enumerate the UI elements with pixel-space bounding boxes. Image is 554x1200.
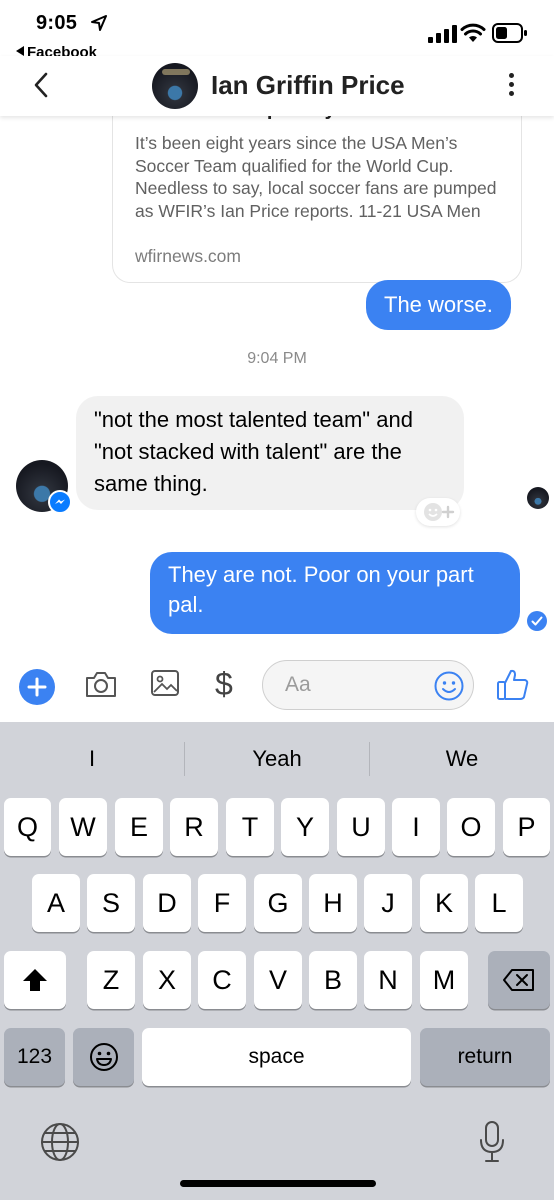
key-i[interactable]: I — [392, 798, 440, 856]
thumbs-up-like-icon[interactable] — [496, 666, 530, 702]
suggestion-3[interactable]: We — [370, 736, 554, 784]
key-j[interactable]: J — [364, 874, 412, 932]
key-h[interactable]: H — [309, 874, 357, 932]
ios-keyboard: I Yeah We Q W E R T Y U I O P A S D F G … — [0, 722, 554, 1200]
shift-arrow-icon — [23, 969, 47, 991]
key-k[interactable]: K — [420, 874, 468, 932]
key-a[interactable]: A — [32, 874, 80, 932]
link-preview-domain: wfirnews.com — [135, 246, 241, 266]
key-t[interactable]: T — [226, 798, 274, 856]
emoji-key[interactable] — [73, 1028, 134, 1086]
key-f[interactable]: F — [198, 874, 246, 932]
home-indicator[interactable] — [180, 1180, 376, 1187]
emoji-keyboard-icon — [89, 1043, 118, 1071]
globe-icon[interactable] — [40, 1122, 80, 1162]
wifi-icon — [460, 23, 486, 42]
key-z[interactable]: Z — [87, 951, 135, 1009]
key-v[interactable]: V — [254, 951, 302, 1009]
key-b[interactable]: B — [309, 951, 357, 1009]
space-key[interactable]: space — [142, 1028, 411, 1086]
message-composer: $ — [0, 650, 554, 722]
key-n[interactable]: N — [364, 951, 412, 1009]
received-message-bubble[interactable]: "not the most talented team" and "not st… — [76, 396, 464, 510]
shift-key[interactable] — [4, 951, 66, 1009]
return-key[interactable]: return — [420, 1028, 550, 1086]
sent-message-bubble[interactable]: They are not. Poor on your part pal. — [150, 552, 520, 634]
delivered-check-icon — [527, 611, 547, 631]
key-q[interactable]: Q — [4, 798, 51, 856]
contact-avatar[interactable] — [152, 63, 198, 109]
key-c[interactable]: C — [198, 951, 246, 1009]
numbers-key[interactable]: 123 — [4, 1028, 65, 1086]
emoji-icon[interactable] — [433, 670, 465, 702]
message-input-field[interactable] — [262, 660, 474, 710]
key-r[interactable]: R — [170, 798, 218, 856]
read-receipt-avatar — [527, 487, 549, 509]
photo-gallery-icon[interactable] — [150, 668, 180, 698]
back-triangle-icon — [16, 46, 24, 56]
key-u[interactable]: U — [337, 798, 385, 856]
microphone-icon[interactable] — [478, 1120, 506, 1164]
location-arrow-icon — [91, 15, 107, 31]
link-preview-card[interactable]: first World Cup in 8 years It’s been eig… — [112, 96, 522, 283]
key-o[interactable]: O — [447, 798, 495, 856]
payment-dollar-icon[interactable]: $ — [215, 666, 233, 703]
camera-icon[interactable] — [84, 669, 118, 699]
key-y[interactable]: Y — [281, 798, 329, 856]
cellular-signal-icon — [428, 25, 457, 43]
battery-icon — [492, 23, 527, 43]
more-actions-plus-icon[interactable] — [19, 669, 55, 705]
conversation-header: Ian Griffin Price — [0, 56, 554, 116]
status-time: 9:05 — [36, 12, 78, 34]
key-e[interactable]: E — [115, 798, 163, 856]
message-timestamp: 9:04 PM — [247, 350, 307, 367]
backspace-icon — [503, 969, 534, 991]
contact-name[interactable]: Ian Griffin Price — [211, 70, 405, 101]
delete-key[interactable] — [488, 951, 550, 1009]
key-x[interactable]: X — [143, 951, 191, 1009]
key-d[interactable]: D — [143, 874, 191, 932]
key-l[interactable]: L — [475, 874, 523, 932]
key-p[interactable]: P — [503, 798, 550, 856]
back-chevron-icon[interactable] — [32, 70, 50, 100]
message-input[interactable] — [283, 672, 427, 698]
messenger-badge-icon — [48, 490, 72, 514]
more-options-icon[interactable] — [505, 73, 517, 99]
suggestion-2[interactable]: Yeah — [185, 736, 369, 784]
sent-message-bubble[interactable]: The worse. — [366, 280, 511, 330]
suggestion-1[interactable]: I — [0, 736, 184, 784]
link-preview-description: It’s been eight years since the USA Men’… — [135, 133, 497, 221]
key-g[interactable]: G — [254, 874, 302, 932]
add-reaction-button[interactable] — [416, 498, 460, 526]
key-m[interactable]: M — [420, 951, 468, 1009]
key-w[interactable]: W — [59, 798, 107, 856]
key-s[interactable]: S — [87, 874, 135, 932]
